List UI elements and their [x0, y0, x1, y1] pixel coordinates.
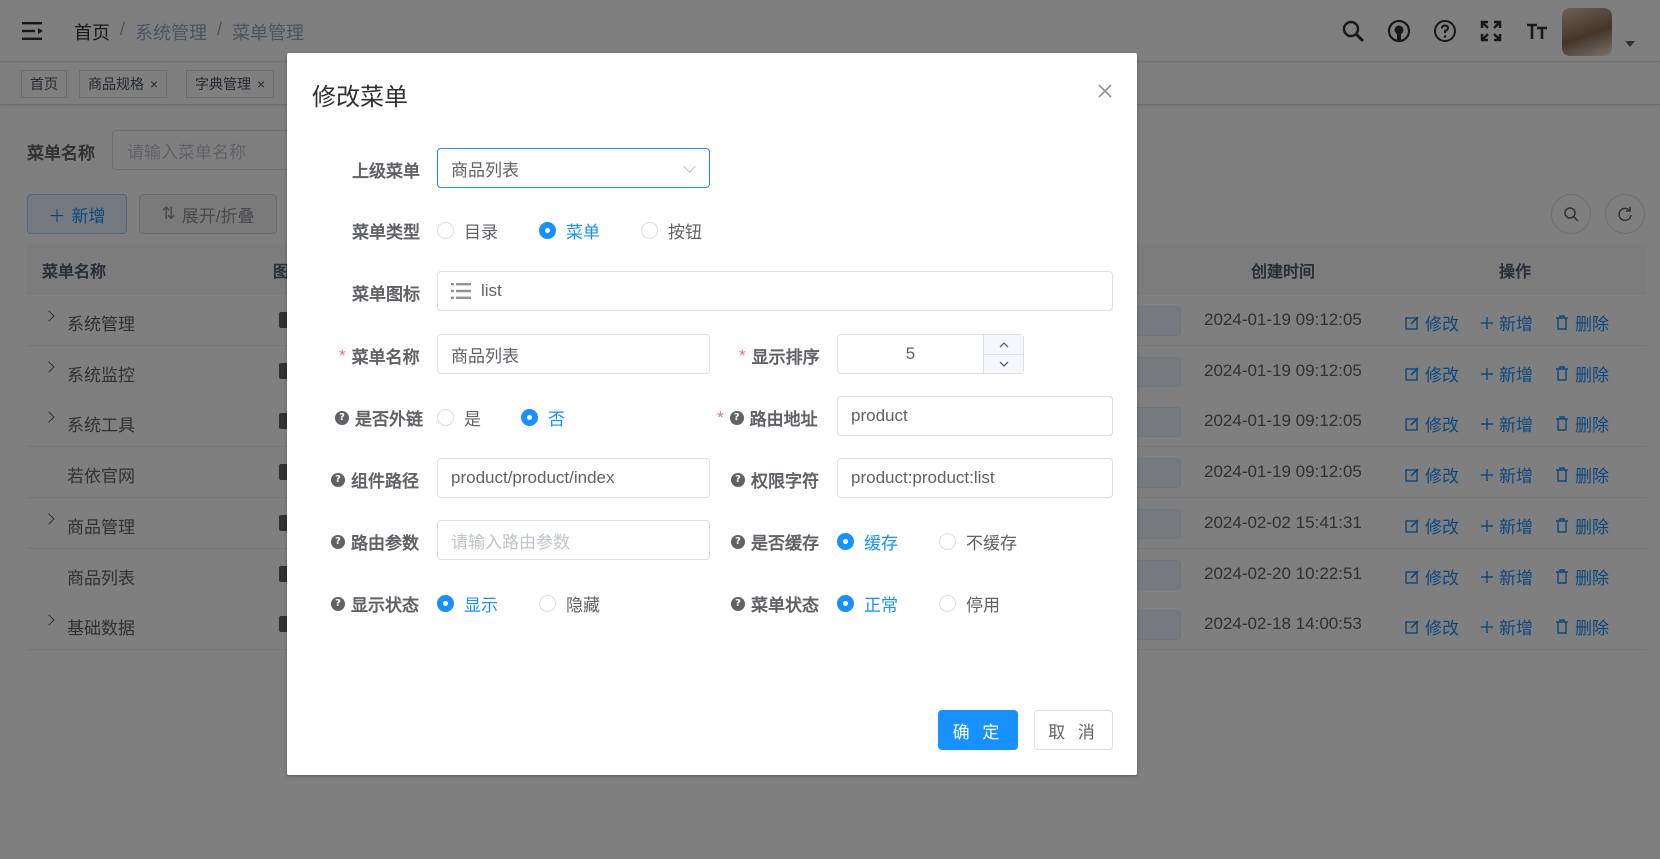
- cancel-button[interactable]: 取 消: [1034, 710, 1113, 750]
- is-frame-label: ? 是否外链: [335, 405, 423, 430]
- perms-label: ? 权限字符: [731, 467, 819, 492]
- radio-dot: [437, 222, 454, 239]
- radio-label: 显示: [464, 596, 498, 615]
- question-icon[interactable]: ?: [331, 596, 345, 611]
- menu-icon-label: 菜单图标: [352, 285, 420, 304]
- question-icon[interactable]: ?: [331, 534, 345, 549]
- menu-type-radio-0[interactable]: 目录: [437, 218, 498, 243]
- question-icon[interactable]: ?: [729, 410, 744, 425]
- question-icon[interactable]: ?: [731, 472, 745, 487]
- radio-dot: [939, 595, 956, 612]
- list-icon: [451, 283, 471, 299]
- radio-label: 否: [548, 410, 565, 429]
- question-icon[interactable]: ?: [335, 410, 349, 425]
- menu-type-radio-2[interactable]: 按钮: [641, 218, 702, 243]
- radio-dot: [641, 222, 658, 239]
- menu-type-label: 菜单类型: [352, 223, 420, 242]
- stepper-controls: [983, 335, 1023, 373]
- radio-dot: [437, 409, 454, 426]
- is-cache-radio-1[interactable]: 不缓存: [939, 529, 1017, 554]
- radio-dot: [939, 533, 956, 550]
- radio-label: 隐藏: [566, 596, 600, 615]
- sort-stepper[interactable]: 5: [837, 334, 1024, 374]
- is-frame-radio-0[interactable]: 是: [437, 405, 481, 430]
- is-cache-label: ? 是否缓存: [731, 529, 819, 554]
- is-cache-radio-0[interactable]: 缓存: [837, 529, 898, 554]
- menu-name-label: * 菜单名称: [339, 345, 420, 368]
- menu-name-input[interactable]: 商品列表: [437, 334, 710, 374]
- radio-dot: [837, 595, 854, 612]
- is-frame-radio-1[interactable]: 否: [521, 405, 565, 430]
- query-input[interactable]: 请输入路由参数: [437, 520, 710, 560]
- radio-label: 缓存: [864, 534, 898, 553]
- sort-label: * 显示排序: [739, 345, 820, 368]
- component-label: ? 组件路径: [331, 467, 419, 492]
- radio-label: 是: [464, 410, 481, 429]
- question-icon[interactable]: ?: [731, 596, 745, 611]
- query-label: ? 路由参数: [331, 529, 419, 554]
- radio-dot: [539, 222, 556, 239]
- parent-menu-select[interactable]: 商品列表: [437, 148, 710, 188]
- status-radio-1[interactable]: 停用: [939, 591, 1000, 616]
- radio-dot: [539, 595, 556, 612]
- parent-menu-label: 上级菜单: [352, 162, 420, 181]
- visible-radio-1[interactable]: 隐藏: [539, 591, 600, 616]
- visible-label: ? 显示状态: [331, 591, 419, 616]
- radio-dot: [521, 409, 538, 426]
- status-radio-0[interactable]: 正常: [837, 591, 898, 616]
- radio-label: 菜单: [566, 223, 600, 242]
- edit-menu-dialog: 修改菜单 上级菜单 商品列表 菜单类型 目录 菜单 按钮 菜单图标 list * 菜单…: [287, 53, 1137, 775]
- chevron-down-icon: [683, 160, 696, 173]
- radio-label: 停用: [966, 596, 1000, 615]
- component-input[interactable]: product/product/index: [437, 458, 710, 498]
- radio-label: 不缓存: [966, 534, 1017, 553]
- question-icon[interactable]: ?: [331, 472, 345, 487]
- close-icon[interactable]: [1097, 83, 1113, 99]
- question-icon[interactable]: ?: [731, 534, 745, 549]
- visible-radio-0[interactable]: 显示: [437, 591, 498, 616]
- status-label: ? 菜单状态: [731, 591, 819, 616]
- radio-label: 正常: [864, 596, 898, 615]
- radio-dot: [437, 595, 454, 612]
- menu-icon-input[interactable]: list: [437, 271, 1113, 311]
- radio-label: 按钮: [668, 223, 702, 242]
- radio-label: 目录: [464, 223, 498, 242]
- path-label: *? 路由地址: [717, 407, 818, 430]
- decrease-button[interactable]: [984, 354, 1023, 373]
- menu-type-radio-1[interactable]: 菜单: [539, 218, 600, 243]
- dialog-title: 修改菜单: [312, 84, 408, 111]
- path-input[interactable]: product: [837, 396, 1113, 436]
- perms-input[interactable]: product:product:list: [837, 458, 1113, 498]
- increase-button[interactable]: [984, 335, 1023, 354]
- radio-dot: [837, 533, 854, 550]
- confirm-button[interactable]: 确 定: [938, 710, 1018, 750]
